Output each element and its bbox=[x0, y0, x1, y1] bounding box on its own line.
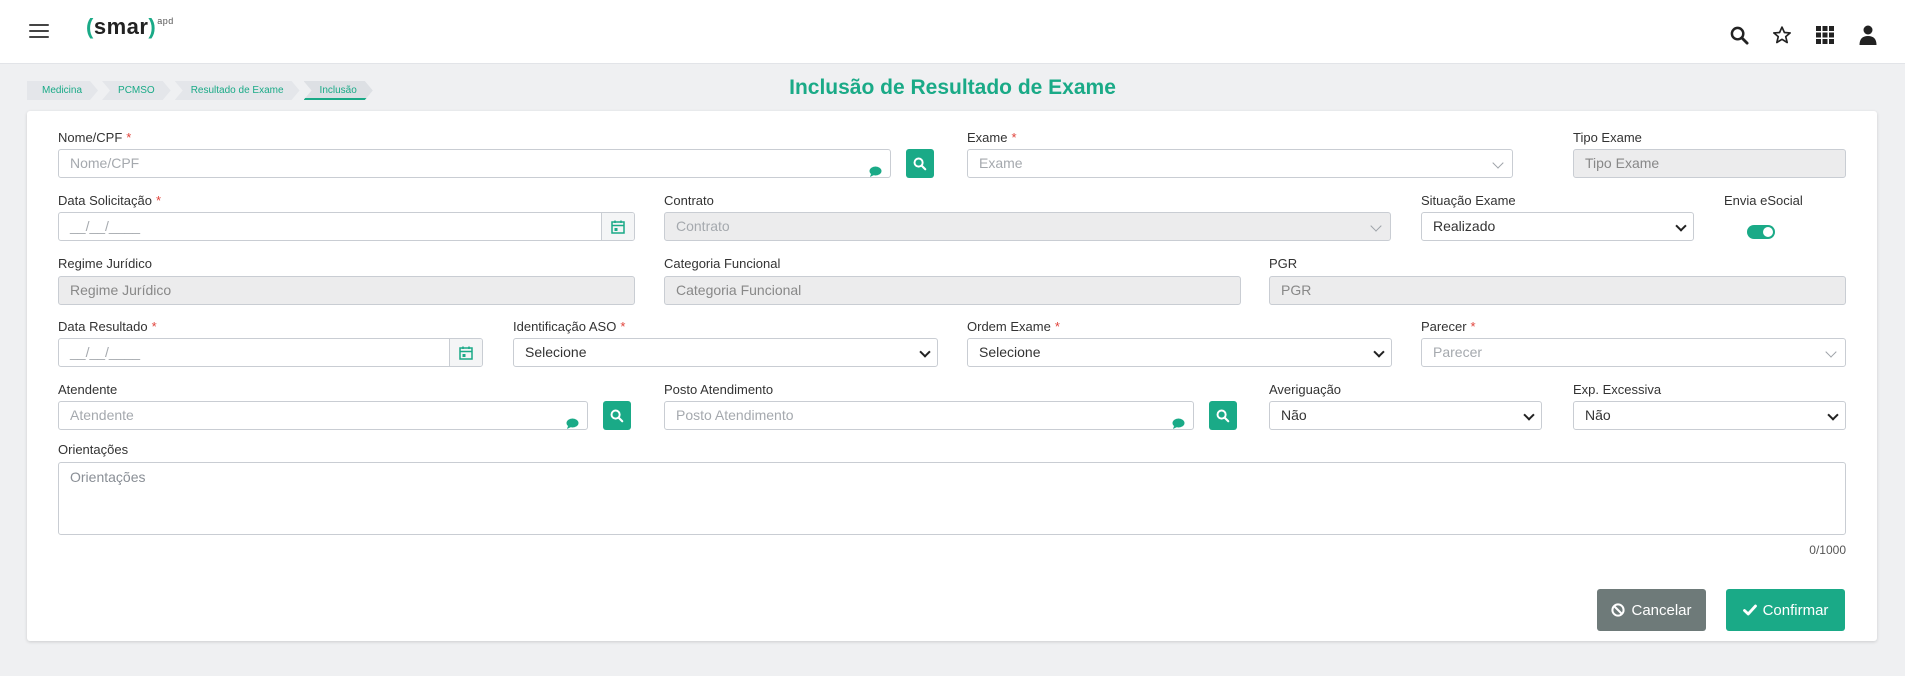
categoria-funcional-input: Categoria Funcional bbox=[664, 276, 1241, 305]
character-counter: 0/1000 bbox=[1809, 543, 1846, 557]
star-icon[interactable] bbox=[1771, 24, 1793, 46]
chevron-down-icon bbox=[1825, 346, 1837, 358]
averiguacao-label: Averiguação bbox=[1269, 382, 1342, 397]
ordem-exame-label: Ordem Exame * bbox=[967, 319, 1060, 334]
search-icon bbox=[610, 409, 624, 422]
posto-atendimento-input[interactable]: Posto Atendimento bbox=[664, 401, 1194, 430]
exp-excessiva-select[interactable]: Não bbox=[1573, 401, 1846, 430]
data-solicitacao-input[interactable]: __/__/____ bbox=[58, 212, 635, 241]
top-bar: (smar)apd bbox=[0, 0, 1905, 64]
user-icon[interactable] bbox=[1857, 24, 1879, 46]
cancel-button[interactable]: Cancelar bbox=[1597, 589, 1706, 631]
parecer-label: Parecer * bbox=[1421, 319, 1476, 334]
situacao-exame-select[interactable]: Realizado bbox=[1421, 212, 1694, 241]
chevron-down-icon bbox=[919, 346, 931, 358]
speech-bubble-icon bbox=[869, 159, 882, 177]
exame-label: Exame * bbox=[967, 130, 1017, 145]
search-nome-cpf-button[interactable] bbox=[906, 149, 934, 178]
tipo-exame-label: Tipo Exame bbox=[1573, 130, 1642, 145]
chevron-down-icon bbox=[1373, 346, 1385, 358]
pgr-input: PGR bbox=[1269, 276, 1846, 305]
calendar-icon[interactable] bbox=[601, 213, 634, 240]
menu-icon[interactable] bbox=[29, 24, 49, 40]
search-atendente-button[interactable] bbox=[603, 401, 631, 430]
nome-cpf-label: Nome/CPF * bbox=[58, 130, 132, 145]
ban-icon bbox=[1611, 603, 1626, 617]
averiguacao-select[interactable]: Não bbox=[1269, 401, 1542, 430]
exame-select[interactable]: Exame bbox=[967, 149, 1513, 178]
search-icon bbox=[913, 157, 927, 170]
tipo-exame-input: Tipo Exame bbox=[1573, 149, 1846, 178]
regime-juridico-label: Regime Jurídico bbox=[58, 256, 152, 271]
chevron-down-icon bbox=[1523, 409, 1535, 421]
chevron-down-icon bbox=[1370, 220, 1382, 232]
exp-excessiva-label: Exp. Excessiva bbox=[1573, 382, 1662, 397]
nome-cpf-input[interactable]: Nome/CPF bbox=[58, 149, 891, 178]
categoria-funcional-label: Categoria Funcional bbox=[664, 256, 781, 271]
envia-esocial-toggle[interactable] bbox=[1747, 225, 1775, 239]
search-icon bbox=[1216, 409, 1230, 422]
parecer-select[interactable]: Parecer bbox=[1421, 338, 1846, 367]
situacao-exame-label: Situação Exame bbox=[1421, 193, 1516, 208]
data-solicitacao-label: Data Solicitação * bbox=[58, 193, 162, 208]
check-icon bbox=[1742, 604, 1757, 616]
identificacao-aso-label: Identificação ASO * bbox=[513, 319, 626, 334]
data-resultado-label: Data Resultado * bbox=[58, 319, 157, 334]
calendar-icon[interactable] bbox=[449, 339, 482, 366]
page-title: Inclusão de Resultado de Exame bbox=[789, 76, 1116, 99]
contrato-select: Contrato bbox=[664, 212, 1391, 241]
orientacoes-textarea[interactable]: Orientações bbox=[58, 462, 1846, 535]
atendente-label: Atendente bbox=[58, 382, 118, 397]
orientacoes-label: Orientações bbox=[58, 442, 129, 457]
form-card: Nome/CPF * Nome/CPF Exame * Exame Tipo Exa… bbox=[27, 111, 1877, 641]
data-resultado-input[interactable]: __/__/____ bbox=[58, 338, 483, 367]
ordem-exame-select[interactable]: Selecione bbox=[967, 338, 1392, 367]
atendente-input[interactable]: Atendente bbox=[58, 401, 588, 430]
pgr-label: PGR bbox=[1269, 256, 1298, 271]
speech-bubble-icon bbox=[1172, 411, 1185, 429]
chevron-down-icon bbox=[1675, 220, 1687, 232]
chevron-down-icon bbox=[1492, 157, 1504, 169]
regime-juridico-input: Regime Jurídico bbox=[58, 276, 635, 305]
chevron-down-icon bbox=[1827, 409, 1839, 421]
search-posto-atendimento-button[interactable] bbox=[1209, 401, 1237, 430]
identificacao-aso-select[interactable]: Selecione bbox=[513, 338, 938, 367]
envia-esocial-label: Envia eSocial bbox=[1724, 193, 1803, 208]
apps-grid-icon[interactable] bbox=[1814, 24, 1836, 46]
search-icon[interactable] bbox=[1728, 24, 1750, 46]
confirm-button[interactable]: Confirmar bbox=[1726, 589, 1845, 631]
contrato-label: Contrato bbox=[664, 193, 714, 208]
posto-atendimento-label: Posto Atendimento bbox=[664, 382, 774, 397]
logo[interactable]: (smar)apd bbox=[86, 14, 174, 40]
speech-bubble-icon bbox=[566, 411, 579, 429]
